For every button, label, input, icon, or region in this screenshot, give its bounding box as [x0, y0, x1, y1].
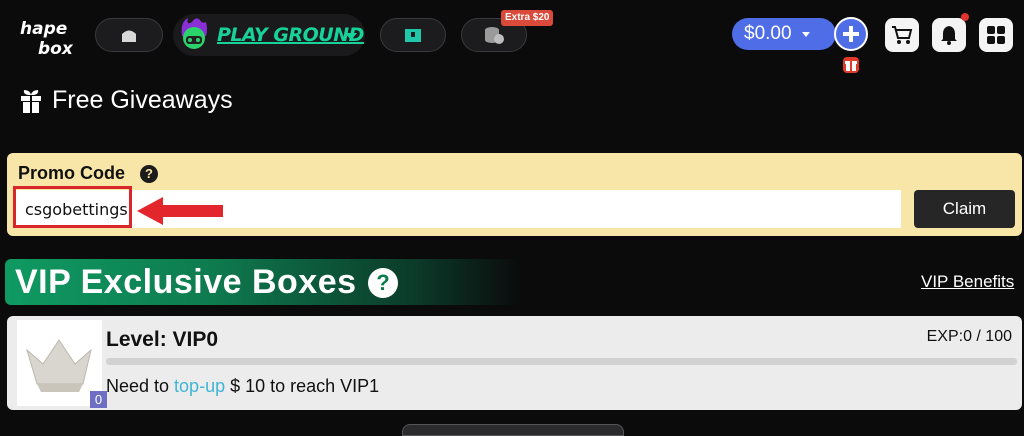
requirement-suffix: $ 10 to reach VIP1 — [225, 376, 380, 396]
gift-icon[interactable] — [842, 56, 860, 74]
extra-bonus-badge: Extra $20 — [501, 10, 554, 26]
exp-counter: EXP:0 / 100 — [926, 328, 1012, 345]
vip-level-title: Level: VIP0 — [106, 328, 219, 351]
vip-section-header: VIP Exclusive Boxes ? — [5, 259, 519, 305]
boxes-button[interactable] — [380, 18, 446, 52]
exp-progress-bar — [106, 358, 1017, 365]
vip-level-card: 0 Level: VIP0 EXP:0 / 100 Need to top-up… — [7, 316, 1022, 410]
coins-icon — [485, 27, 504, 44]
vip-crown-badge: 0 — [17, 320, 107, 408]
annotation-arrow-icon — [137, 197, 223, 225]
top-bar: hape box PLAY GROUND Extra $20 $0.00 — [0, 0, 1024, 74]
home-button[interactable] — [95, 18, 163, 52]
help-icon[interactable]: ? — [368, 268, 398, 298]
top-up-link[interactable]: top-up — [174, 376, 225, 396]
box-icon — [405, 29, 421, 42]
vip-benefits-link[interactable]: VIP Benefits — [921, 272, 1014, 292]
menu-grid-icon — [987, 26, 1005, 44]
bell-icon — [941, 26, 957, 45]
cart-icon — [892, 26, 913, 44]
requirement-prefix: Need to — [106, 376, 175, 396]
help-icon[interactable]: ? — [140, 165, 158, 183]
balance-dropdown[interactable]: $0.00 — [732, 18, 836, 50]
svg-text:hape: hape — [20, 19, 67, 39]
annotation-highlight-box — [13, 186, 132, 228]
cart-button[interactable] — [885, 18, 919, 52]
vip-requirement-text: Need to top-up $ 10 to reach VIP1 — [106, 376, 379, 397]
gift-icon — [21, 89, 41, 113]
home-icon — [122, 30, 136, 42]
free-giveaways-heading: Free Giveaways — [20, 86, 233, 115]
page-title: Free Giveaways — [52, 86, 233, 114]
hapebox-logo[interactable]: hape box — [18, 14, 80, 62]
promo-code-label: Promo Code — [18, 163, 126, 183]
chevron-down-icon — [801, 31, 810, 37]
balance-value: $0.00 — [744, 23, 792, 44]
svg-text:box: box — [38, 39, 74, 59]
notification-dot — [961, 13, 969, 21]
vip-title: VIP Exclusive Boxes — [15, 263, 357, 301]
alien-avatar-icon — [181, 18, 207, 49]
plus-icon — [843, 26, 859, 42]
vip-level-number: 0 — [90, 391, 107, 408]
notifications-button[interactable] — [932, 18, 966, 52]
menu-button[interactable] — [979, 18, 1013, 52]
playground-dropdown[interactable]: PLAY GROUND — [173, 14, 365, 56]
next-card-edge — [402, 424, 624, 436]
deposit-button[interactable] — [834, 17, 868, 51]
playground-label: PLAY GROUND — [217, 24, 364, 46]
chevron-down-icon — [345, 33, 357, 40]
claim-button[interactable]: Claim — [914, 190, 1015, 228]
